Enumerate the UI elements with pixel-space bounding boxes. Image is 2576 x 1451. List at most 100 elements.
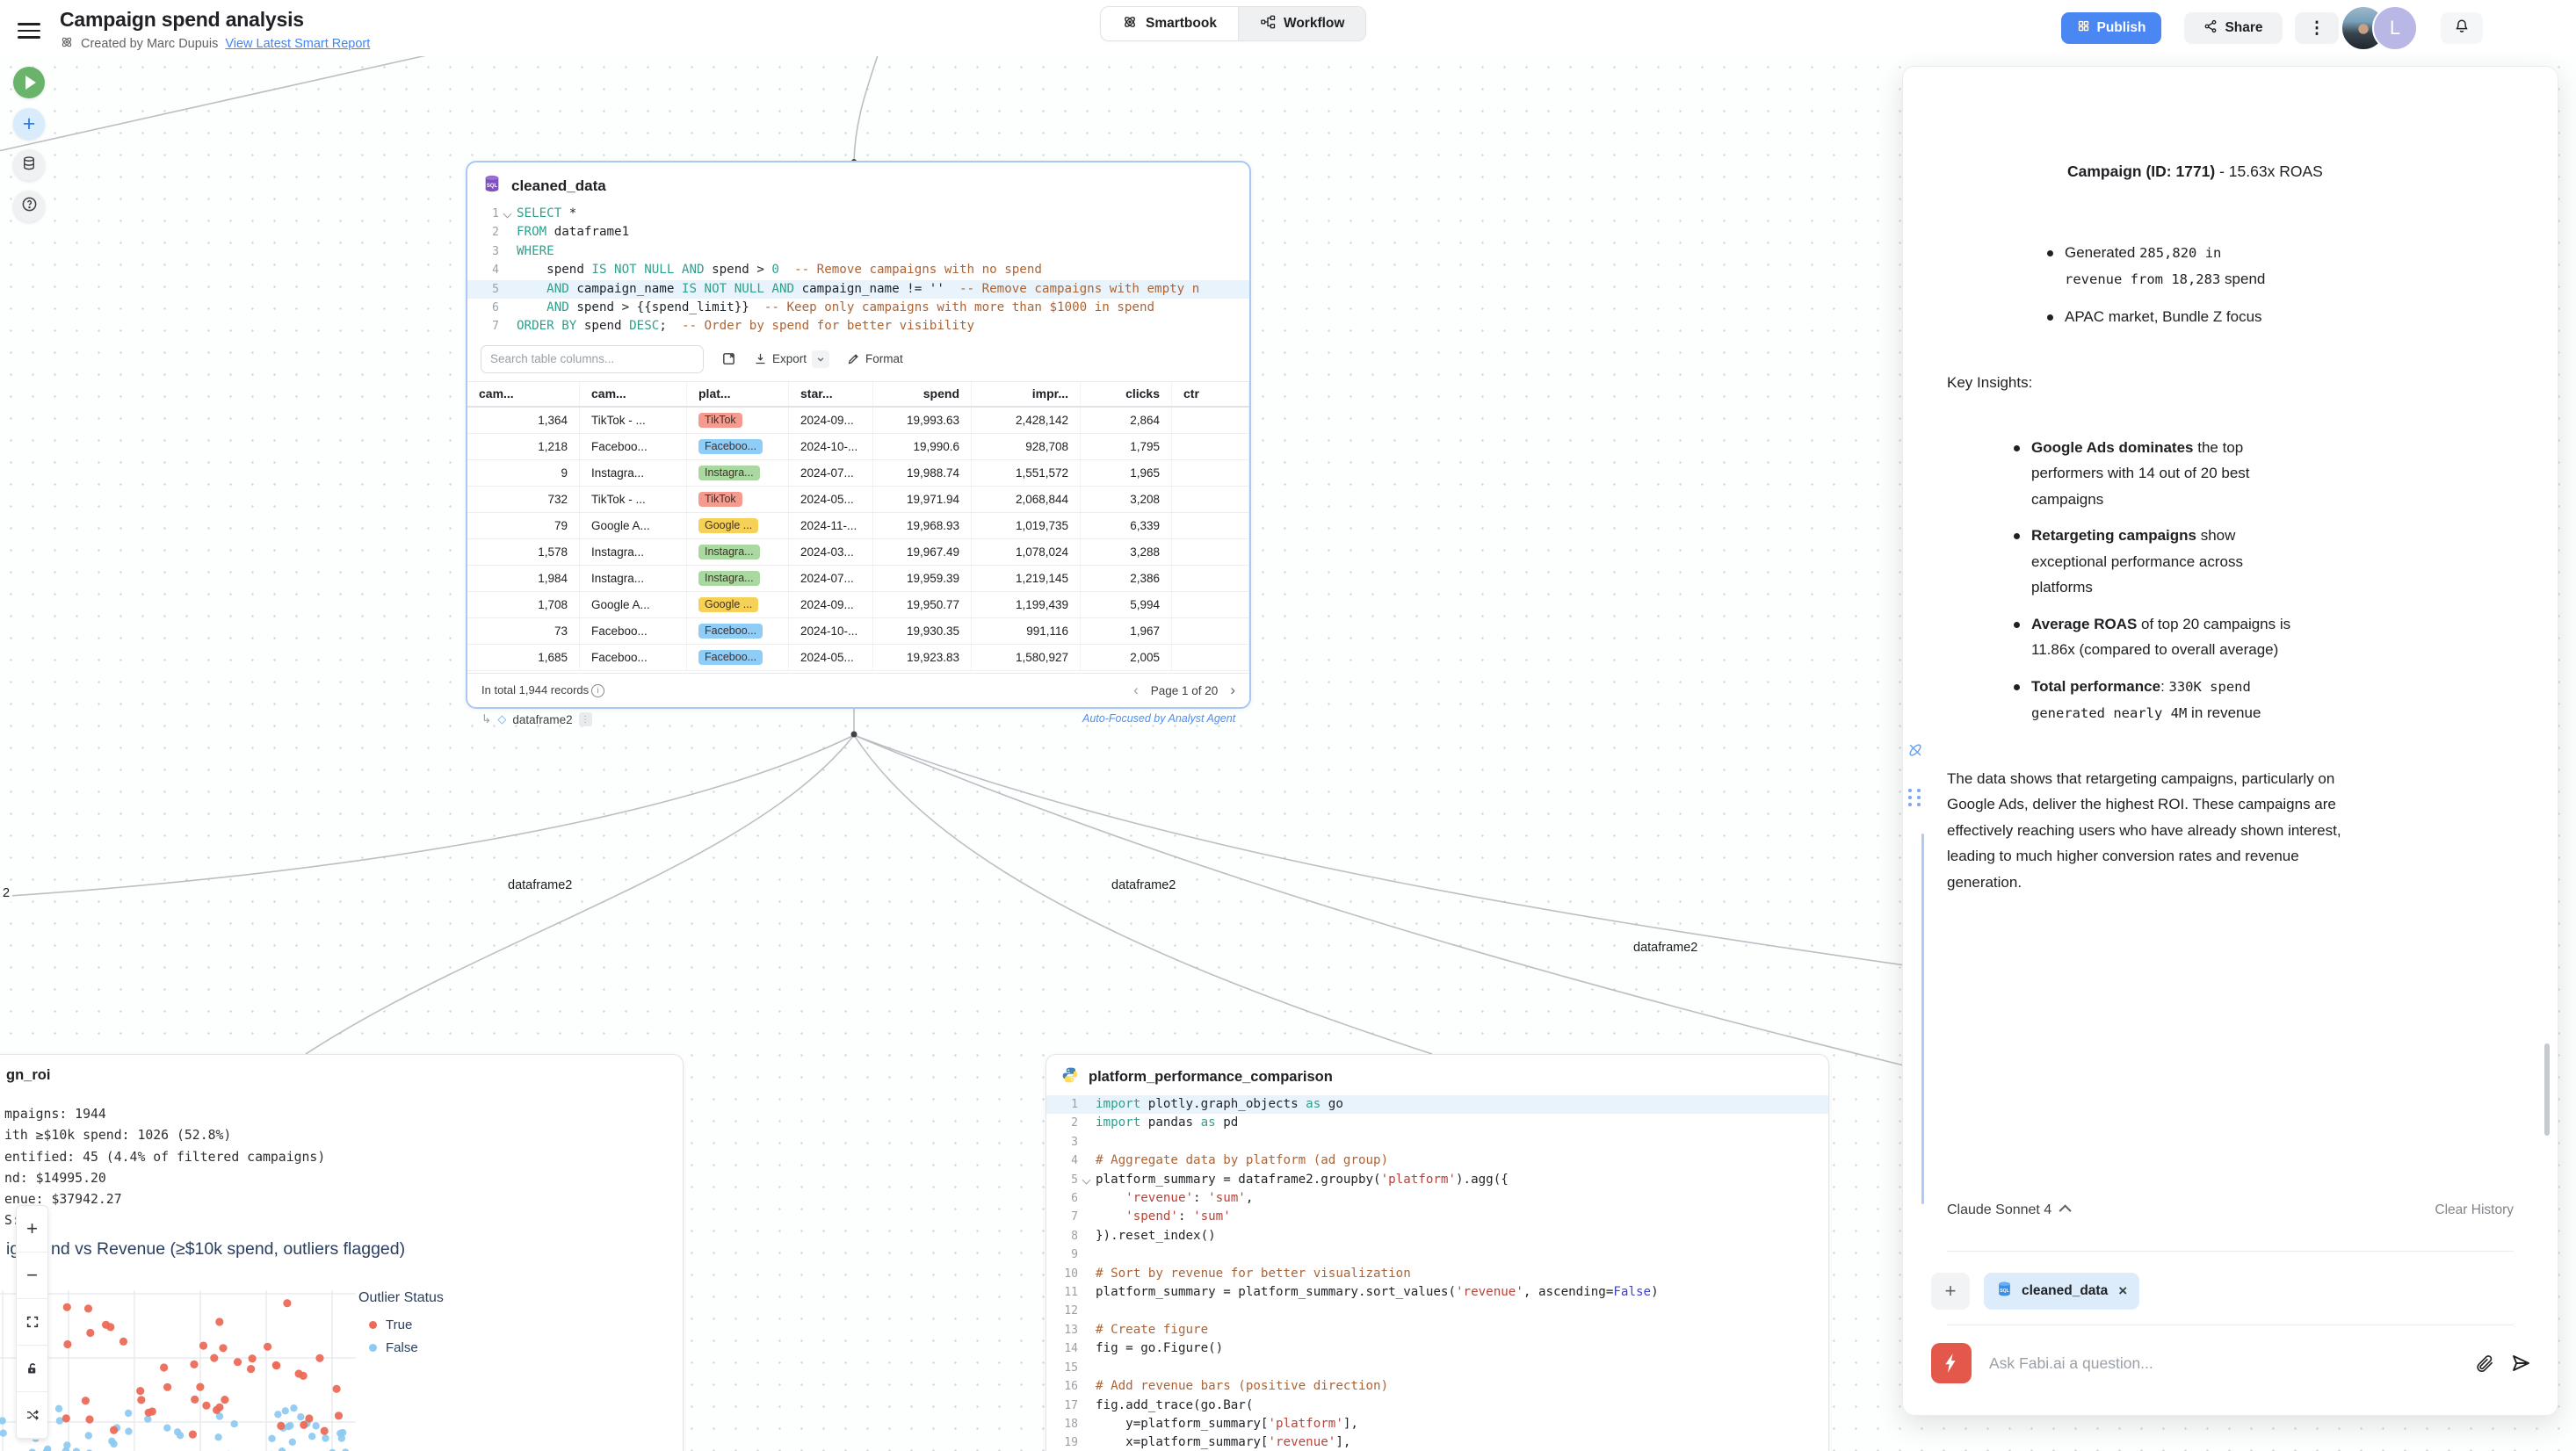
table-row[interactable]: 79Google A...Google ...2024-11-...19,968… [467,513,1249,539]
format-button[interactable]: Format [847,352,903,365]
column-header[interactable]: cam... [467,382,580,406]
smart-pin-icon[interactable] [1907,741,1924,763]
cell-title: cleaned_data [511,177,606,195]
table-row[interactable]: 1,984Instagra...Instagra...2024-07...19,… [467,566,1249,592]
code-line[interactable]: 11platform_summary = platform_summary.so… [1046,1283,1828,1302]
python-code-editor[interactable]: 1import plotly.graph_objects as go2impor… [1046,1095,1828,1451]
code-line[interactable]: 10# Sort by revenue for better visualiza… [1046,1265,1828,1283]
python-cell-card-campaign-roi[interactable]: gn_roi mpaigns: 1944 ith ≥$10k spend: 10… [0,1054,684,1451]
table-row[interactable]: 73Faceboo...Faceboo...2024-10-...19,930.… [467,618,1249,645]
code-line[interactable]: 9 [1046,1245,1828,1264]
dataframe-menu-icon[interactable]: ⋮ [579,712,592,726]
tab-smartbook[interactable]: Smartbook [1101,7,1238,40]
view-latest-smart-report-link[interactable]: View Latest Smart Report [225,37,370,51]
code-line[interactable]: 18 y=platform_summary['platform'], [1046,1415,1828,1433]
data-sources-button[interactable] [13,149,45,181]
lock-axes-icon[interactable] [17,1346,47,1392]
zoom-in-button[interactable]: + [17,1206,47,1252]
sql-code-editor[interactable]: 1SELECT *2FROM dataframe13WHERE4 spend I… [467,205,1249,336]
column-header[interactable]: impr... [972,382,1081,406]
code-line[interactable]: 3 [1046,1133,1828,1151]
code-line[interactable]: 12 [1046,1302,1828,1320]
shuffle-icon[interactable] [17,1392,47,1439]
legend-item[interactable]: False [358,1336,444,1359]
code-line[interactable]: 5 AND campaign_name IS NOT NULL AND camp… [467,280,1249,299]
code-line[interactable]: 4 spend IS NOT NULL AND spend > 0 -- Rem… [467,261,1249,279]
run-workflow-button[interactable] [13,67,45,98]
model-selector[interactable]: Claude Sonnet 4 [1947,1202,2071,1218]
edge-label-dataframe2-clipped[interactable]: 2 [0,885,12,902]
table-row[interactable]: 1,708Google A...Google ...2024-09...19,9… [467,592,1249,618]
drag-handle-icon[interactable] [1908,789,1924,806]
send-icon[interactable] [2510,1353,2531,1374]
code-line[interactable]: 5platform_summary = dataframe2.groupby('… [1046,1171,1828,1189]
export-options-chevron[interactable] [812,350,829,368]
edge-label-dataframe2[interactable]: dataframe2 [1109,877,1178,894]
attach-file-icon[interactable] [2475,1354,2494,1373]
sql-cell-card-cleaned-data[interactable]: SQL cleaned_data 1SELECT *2FROM datafram… [466,161,1251,709]
column-header[interactable]: star... [789,382,873,406]
tab-workflow[interactable]: Workflow [1238,7,1365,40]
menu-icon[interactable] [18,18,40,36]
code-line[interactable]: 13# Create figure [1046,1321,1828,1339]
code-line[interactable]: 2FROM dataframe1 [467,223,1249,242]
expand-table-icon[interactable] [721,351,736,366]
add-context-button[interactable]: + [1931,1273,1970,1310]
share-button[interactable]: Share [2184,12,2283,44]
result-table[interactable]: cam...cam...plat...star...spendimpr...cl… [467,381,1249,671]
python-cell-card-platform-performance[interactable]: platform_performance_comparison 1import … [1046,1054,1829,1451]
code-line[interactable]: 15 [1046,1359,1828,1377]
code-line[interactable]: 6 'revenue': 'sum', [1046,1189,1828,1208]
output-dataframe-label[interactable]: dataframe2 [512,713,572,726]
column-header[interactable]: cam... [580,382,687,406]
code-line[interactable]: 1SELECT * [467,205,1249,223]
help-button[interactable] [13,191,45,222]
publish-button[interactable]: Publish [2061,12,2161,44]
prev-page-button[interactable]: ‹ [1133,682,1139,699]
code-line[interactable]: 4# Aggregate data by platform (ad group) [1046,1151,1828,1170]
code-line[interactable]: 14fig = go.Figure() [1046,1339,1828,1358]
code-line[interactable]: 7 'spend': 'sum' [1046,1208,1828,1226]
scatter-legend[interactable]: Outlier Status TrueFalse [358,1290,444,1359]
edge-label-dataframe2[interactable]: dataframe2 [1631,940,1700,957]
context-chip-cleaned-data[interactable]: SQL cleaned_data × [1984,1273,2139,1310]
code-line[interactable]: 17fig.add_trace(go.Bar( [1046,1397,1828,1415]
code-line[interactable]: 3WHERE [467,242,1249,261]
code-line[interactable]: 7ORDER BY spend DESC; -- Order by spend … [467,317,1249,336]
column-header[interactable]: plat... [687,382,789,406]
clear-history-button[interactable]: Clear History [2435,1202,2514,1218]
info-icon[interactable]: i [591,684,604,697]
table-row[interactable]: 1,578Instagra...Instagra...2024-03...19,… [467,539,1249,566]
table-row[interactable]: 1,218Faceboo...Faceboo...2024-10-...19,9… [467,434,1249,460]
legend-item[interactable]: True [358,1313,444,1336]
autoscale-icon[interactable] [17,1299,47,1346]
code-line[interactable]: 6 AND spend > {{spend_limit}} -- Keep on… [467,299,1249,317]
next-page-button[interactable]: › [1230,682,1235,699]
table-row[interactable]: 732TikTok - ...TikTok2024-05...19,971.94… [467,487,1249,513]
panel-scrollbar[interactable] [2544,1043,2550,1136]
column-header[interactable]: clicks [1081,382,1172,406]
spend-vs-revenue-scatter-plot[interactable] [0,1290,356,1451]
code-line[interactable]: 16# Add revenue bars (positive direction… [1046,1377,1828,1396]
table-cell: 2024-05... [789,487,873,512]
table-row[interactable]: 1,685Faceboo...Faceboo...2024-05...19,92… [467,645,1249,671]
column-header[interactable]: spend [873,382,972,406]
add-cell-button[interactable]: + [13,108,45,140]
code-line[interactable]: 1import plotly.graph_objects as go [1046,1095,1828,1114]
plot-modebar[interactable]: + − [16,1205,48,1440]
code-line[interactable]: 2import pandas as pd [1046,1114,1828,1132]
table-row[interactable]: 1,364TikTok - ...TikTok2024-09...19,993.… [467,408,1249,434]
notifications-button[interactable] [2441,12,2483,44]
more-options-button[interactable]: ⋮ [2295,12,2339,44]
code-line[interactable]: 19 x=platform_summary['revenue'], [1046,1433,1828,1451]
avatar-letter[interactable]: L [2372,5,2418,51]
column-header[interactable]: ctr [1172,382,1249,406]
zoom-out-button[interactable]: − [17,1252,47,1299]
search-table-columns-input[interactable] [481,345,704,373]
table-row[interactable]: 9Instagra...Instagra...2024-07...19,988.… [467,460,1249,487]
edge-label-dataframe2[interactable]: dataframe2 [505,877,575,894]
export-button[interactable]: Export [754,350,829,368]
code-line[interactable]: 8}).reset_index() [1046,1227,1828,1245]
ask-fabi-input[interactable] [1987,1354,2459,1374]
remove-context-icon[interactable]: × [2118,1282,2127,1300]
